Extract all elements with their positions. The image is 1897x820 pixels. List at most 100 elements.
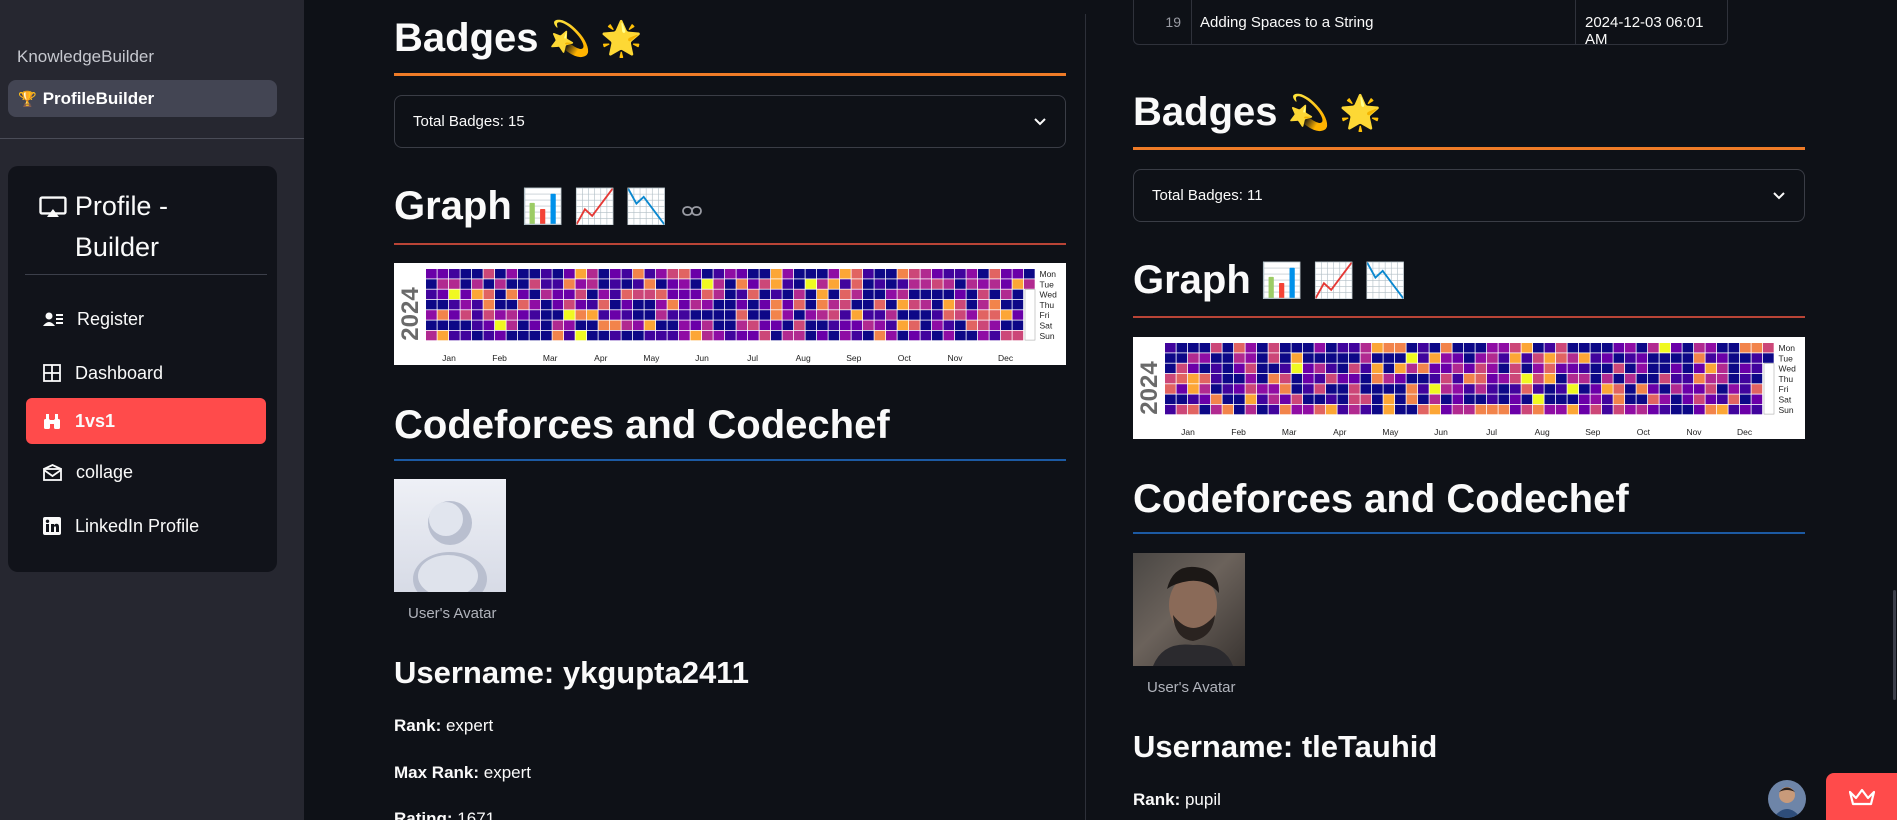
- right-graph-heading: Graph 📊 📈 📉: [1133, 258, 1407, 303]
- heatmap-cell: [1659, 373, 1671, 384]
- heatmap-cell: [679, 269, 690, 279]
- heatmap-cell: [1475, 404, 1487, 415]
- heatmap-cell: [1395, 394, 1406, 404]
- heatmap-cell: [920, 269, 932, 279]
- heatmap-cell: [1613, 353, 1625, 363]
- heatmap-cell: [1211, 343, 1222, 353]
- heatmap-cell: [702, 320, 713, 330]
- viewer-avatar[interactable]: [1768, 780, 1806, 818]
- heatmap-cell: [874, 320, 886, 330]
- heatmap-cell: [1211, 373, 1222, 384]
- heatmap-cell: [909, 289, 920, 300]
- heatmap-cell: [1176, 363, 1188, 374]
- heatmap-day-label: Tue: [1040, 279, 1055, 289]
- menu-item-linkedin[interactable]: LinkedIn Profile: [26, 503, 266, 549]
- heatmap-cell: [828, 310, 840, 320]
- heatmap-cell: [1199, 384, 1211, 394]
- heatmap-cell: [782, 279, 794, 289]
- right-total-badges-expander[interactable]: Total Badges: 11: [1133, 169, 1805, 222]
- heatmap-cell: [1533, 373, 1544, 384]
- heatmap-cell: [518, 320, 529, 330]
- menu-item-1vs1[interactable]: 1vs1: [26, 398, 266, 444]
- heatmap-cell: [1418, 363, 1429, 374]
- heatmap-cell: [920, 310, 932, 320]
- heatmap-cell: [886, 330, 897, 341]
- heatmap-cell: [1705, 373, 1717, 384]
- heatmap-cell: [759, 320, 771, 330]
- heatmap-cell: [794, 320, 805, 330]
- right-user-avatar: [1133, 553, 1245, 666]
- heatmap-cell: [1268, 363, 1280, 374]
- heatmap-cell: [874, 289, 886, 300]
- heatmap-cell: [1245, 384, 1257, 394]
- heatmap-cell: [805, 330, 817, 341]
- heatmap-cell: [909, 320, 920, 330]
- heatmap-cell: [575, 299, 587, 310]
- heatmap-cell: [851, 320, 863, 330]
- heatmap-cell: [863, 279, 874, 289]
- heatmap-cell: [1314, 404, 1326, 415]
- heatmap-cell: [794, 299, 805, 310]
- heatmap-cell: [886, 279, 897, 289]
- heatmap-cell: [1429, 343, 1441, 353]
- heatmap-cell: [1024, 269, 1035, 279]
- heatmap-cell: [1372, 404, 1383, 415]
- heatmap-cell: [1751, 343, 1763, 353]
- menu-item-register[interactable]: Register: [26, 296, 266, 342]
- menu-item-dashboard[interactable]: Dashboard: [26, 350, 266, 396]
- app-name-link[interactable]: KnowledgeBuilder: [17, 47, 154, 67]
- heatmap-cell: [1211, 384, 1222, 394]
- current-page-link[interactable]: 🏆 ProfileBuilder: [8, 80, 277, 117]
- left-activity-heatmap: 2024 Mon Tue Wed Thu Fri Sat Sun Jan Feb Mar Apr May…: [394, 263, 1066, 365]
- heatmap-month-label: Mar: [543, 353, 558, 363]
- heatmap-cell: [575, 269, 587, 279]
- scrollbar-thumb[interactable]: [1893, 590, 1896, 700]
- heatmap-cell: [943, 310, 955, 320]
- expander-label: Total Badges: 15: [413, 113, 525, 130]
- heatmap-cell: [1360, 363, 1372, 374]
- heatmap-cell: [495, 279, 506, 289]
- heatmap-cell: [1222, 373, 1234, 384]
- heatmap-cell: [1188, 384, 1199, 394]
- heatmap-cell: [610, 320, 621, 330]
- heatmap-cell: [541, 320, 552, 330]
- heatmap-month-label: Oct: [898, 353, 912, 363]
- heatmap-cell: [1510, 343, 1521, 353]
- heatmap-cell: [667, 269, 679, 279]
- menu-item-collage[interactable]: collage: [26, 449, 266, 495]
- link-icon[interactable]: [681, 205, 702, 217]
- heatmap-cell: [1671, 373, 1682, 384]
- heatmap-cell: [460, 299, 472, 310]
- heatmap-month-label: May: [1382, 427, 1399, 437]
- heatmap-cell: [1533, 394, 1544, 404]
- heatmap-cell: [449, 299, 460, 310]
- heatmap-cell: [1429, 373, 1441, 384]
- problems-table-row[interactable]: 19 Adding Spaces to a String 2024-12-03 …: [1133, 0, 1728, 48]
- heatmap-cell: [978, 320, 989, 330]
- heatmap-cell: [713, 330, 725, 341]
- heatmap-cell: [1464, 343, 1475, 353]
- heatmap-cell: [1682, 343, 1694, 353]
- streamlit-crown-button[interactable]: [1826, 773, 1897, 820]
- left-total-badges-expander[interactable]: Total Badges: 15: [394, 95, 1066, 148]
- heatmap-cell: [1268, 404, 1280, 415]
- heatmap-cell: [564, 320, 575, 330]
- heatmap-cell: [1498, 373, 1510, 384]
- heatmap-cell: [851, 330, 863, 341]
- heatmap-cell: [1544, 363, 1556, 374]
- heatmap-cell: [483, 269, 495, 279]
- heatmap-cell: [610, 330, 621, 341]
- heatmap-cell: [966, 289, 978, 300]
- heatmap-cell: [805, 269, 817, 279]
- heatmap-cell: [736, 320, 748, 330]
- heatmap-cell: [437, 299, 449, 310]
- heatmap-cell: [1441, 394, 1452, 404]
- heatmap-cell: [1671, 353, 1682, 363]
- heatmap-cell: [1533, 404, 1544, 415]
- heatmap-cell: [587, 330, 598, 341]
- heatmap-cell: [679, 299, 690, 310]
- heatmap-cell: [713, 310, 725, 320]
- heatmap-cell: [1521, 363, 1533, 374]
- heatmap-cell: [1429, 353, 1441, 363]
- heatmap-cell: [725, 299, 736, 310]
